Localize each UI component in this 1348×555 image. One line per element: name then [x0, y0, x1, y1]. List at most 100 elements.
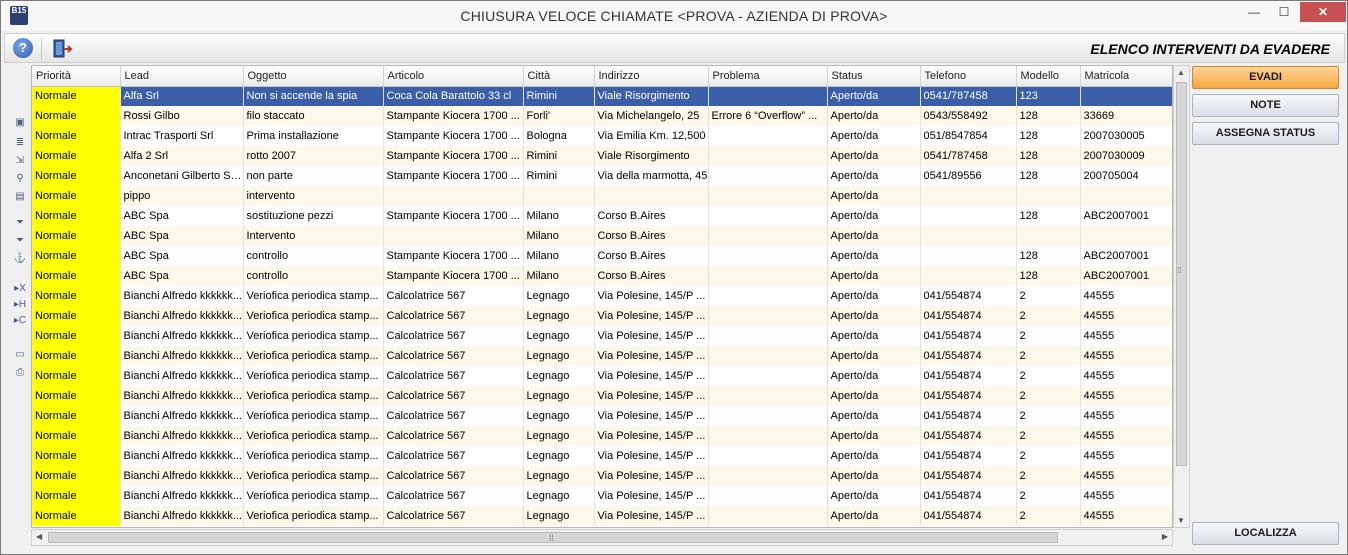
column-header[interactable]: Articolo [383, 66, 524, 87]
table-row[interactable]: Normale Bianchi Alfredo kkkkkk... Veriofic… [32, 286, 1172, 306]
table-cell: Stampante Kiocera 1700 ... [383, 126, 524, 146]
form-icon[interactable]: ▣ [13, 117, 27, 129]
table-cell: Aperto/da [827, 126, 921, 146]
table-cell [708, 126, 828, 146]
column-header[interactable]: Modello [1016, 66, 1081, 87]
table-row[interactable]: Normale Rossi Gilbo filo staccato Stampante… [32, 106, 1172, 126]
table-cell: Stampante Kiocera 1700 ... [383, 206, 524, 226]
table-cell: Via Emilia Km. 12,500 [594, 126, 709, 146]
table-cell [594, 186, 709, 206]
table-cell: Errore 6 “Overflow” ... [708, 106, 828, 126]
h-icon[interactable]: ▸H [13, 299, 27, 311]
table-cell: 0541/787458 [920, 86, 1017, 106]
table-cell: non parte [243, 166, 384, 186]
export-icon[interactable]: ⇲ [13, 155, 27, 167]
evadi-button[interactable]: EVADI [1192, 66, 1339, 89]
vertical-scrollbar[interactable]: ▲ ⁞⁞ ▼ [1173, 65, 1190, 528]
table-row[interactable]: Normale Bianchi Alfredo kkkkkk... Veriofic… [32, 306, 1172, 326]
column-header[interactable]: Status [827, 66, 921, 87]
table-cell: Veriofica periodica stamp... [243, 366, 384, 386]
assegna-status-button[interactable]: ASSEGNA STATUS [1192, 122, 1339, 145]
anchor-icon[interactable]: ⚓ [13, 253, 27, 265]
interventions-grid[interactable]: Priorità Lead Oggetto Articolo Città Indirizz… [31, 65, 1173, 528]
actions-panel: EVADI NOTE ASSEGNA STATUS LOCALIZZA [1192, 65, 1340, 548]
table-cell: Legnago [523, 326, 595, 346]
column-header[interactable]: Problema [708, 66, 828, 87]
list-icon[interactable]: ≣ [13, 137, 27, 149]
search-icon[interactable]: ⚲ [13, 173, 27, 185]
table-row[interactable]: Normale ABC Spa sostituzione pezzi Stampant… [32, 206, 1172, 226]
table-row[interactable]: Normale pippo intervento Aperto/da [32, 186, 1172, 206]
filter-remove-icon[interactable]: ⏷ [13, 235, 27, 247]
image-icon[interactable]: ▤ [13, 191, 27, 203]
table-cell: Milano [523, 226, 595, 246]
table-cell: Bianchi Alfredo kkkkkk... [120, 326, 244, 346]
table-cell: Bianchi Alfredo kkkkkk... [120, 366, 244, 386]
table-cell: Veriofica periodica stamp... [243, 286, 384, 306]
column-header[interactable]: Priorità [32, 66, 121, 87]
table-row[interactable]: Normale ABC Spa Intervento Milano Corso B.Ai… [32, 226, 1172, 246]
table-row[interactable]: Normale Alfa 2 Srl rotto 2007 Stampante Kio… [32, 146, 1172, 166]
column-header[interactable]: Lead [120, 66, 244, 87]
horizontal-scrollbar[interactable]: ◀ ⁞⁞ ▶ [31, 529, 1173, 546]
x-icon[interactable]: ▸X [13, 283, 27, 295]
print-icon[interactable]: ⎙ [13, 367, 27, 379]
table-cell: 128 [1016, 266, 1081, 286]
table-row[interactable]: Normale Intrac Trasporti Srl Prima install… [32, 126, 1172, 146]
column-header[interactable]: Oggetto [243, 66, 384, 87]
close-button[interactable]: ✕ [1300, 2, 1346, 22]
horizontal-scroll-thumb[interactable]: ⁞⁞ [48, 532, 1058, 543]
table-cell: 2 [1016, 306, 1081, 326]
exit-door-icon[interactable] [51, 38, 73, 60]
scroll-up-icon[interactable]: ▲ [1177, 68, 1185, 77]
table-row[interactable]: Normale Bianchi Alfredo kkkkkk... Veriofic… [32, 406, 1172, 426]
table-cell: 44555 [1080, 486, 1172, 506]
column-header[interactable]: Telefono [920, 66, 1017, 87]
table-cell: 2007030009 [1080, 146, 1172, 166]
table-cell: controllo [243, 246, 384, 266]
table-cell: Coca Cola Barattolo 33 cl [383, 86, 524, 106]
table-cell: Calcolatrice 567 [383, 466, 524, 486]
table-cell: Aperto/da [827, 246, 921, 266]
table-row[interactable]: Normale Bianchi Alfredo kkkkkk... Veriofic… [32, 346, 1172, 366]
maximize-button[interactable]: ☐ [1269, 2, 1299, 22]
minimize-button[interactable]: — [1239, 2, 1269, 22]
table-cell [708, 406, 828, 426]
table-cell: Alfa 2 Srl [120, 146, 244, 166]
table-row[interactable]: Normale Bianchi Alfredo kkkkkk... Veriofic… [32, 486, 1172, 506]
table-row[interactable]: Normale Bianchi Alfredo kkkkkk... Veriofic… [32, 426, 1172, 446]
help-icon[interactable]: ? [13, 38, 33, 58]
table-cell: Via Polesine, 145/P ... [594, 466, 709, 486]
table-row[interactable]: Normale Bianchi Alfredo kkkkkk... Veriofic… [32, 466, 1172, 486]
localizza-button[interactable]: LOCALIZZA [1192, 522, 1339, 545]
note-button[interactable]: NOTE [1192, 94, 1339, 117]
table-cell: Normale [32, 106, 121, 126]
table-cell: Via Polesine, 145/P ... [594, 426, 709, 446]
table-row[interactable]: Normale Bianchi Alfredo kkkkkk... Veriofic… [32, 326, 1172, 346]
table-row[interactable]: Normale Bianchi Alfredo kkkkkk... Veriofic… [32, 366, 1172, 386]
table-cell: Bianchi Alfredo kkkkkk... [120, 386, 244, 406]
column-header[interactable]: Matricola [1080, 66, 1172, 87]
table-cell: Normale [32, 266, 121, 286]
c-icon[interactable]: ▸C [13, 315, 27, 327]
table-row[interactable]: Normale Bianchi Alfredo kkkkkk... Veriofic… [32, 386, 1172, 406]
title-bar[interactable]: B15 CHIUSURA VELOCE CHIAMATE <PROVA - AZ… [1, 1, 1347, 31]
table-row[interactable]: Normale Bianchi Alfredo kkkkkk... Veriofic… [32, 446, 1172, 466]
column-header[interactable]: Indirizzo [594, 66, 709, 87]
column-header[interactable]: Città [523, 66, 595, 87]
table-row[interactable]: Normale ABC Spa controllo Stampante Kiocera… [32, 266, 1172, 286]
table-row[interactable]: Normale Anconetani Gilberto Spa non parte S… [32, 166, 1172, 186]
table-cell: Aperto/da [827, 346, 921, 366]
table-cell: Legnago [523, 386, 595, 406]
table-cell: 44555 [1080, 286, 1172, 306]
scroll-left-icon[interactable]: ◀ [36, 532, 42, 541]
table-cell [920, 266, 1017, 286]
filter-icon[interactable]: ⏷ [13, 217, 27, 229]
table-row[interactable]: Normale Bianchi Alfredo kkkkkk... Veriofic… [32, 506, 1172, 526]
scroll-down-icon[interactable]: ▼ [1177, 516, 1185, 525]
table-cell: 128 [1016, 166, 1081, 186]
table-row[interactable]: Normale ABC Spa controllo Stampante Kiocera… [32, 246, 1172, 266]
scroll-right-icon[interactable]: ▶ [1162, 532, 1168, 541]
table-row[interactable]: Normale Alfa Srl Non si accende la spia Coc… [32, 86, 1172, 106]
monitor-icon[interactable]: ▭ [13, 349, 27, 361]
